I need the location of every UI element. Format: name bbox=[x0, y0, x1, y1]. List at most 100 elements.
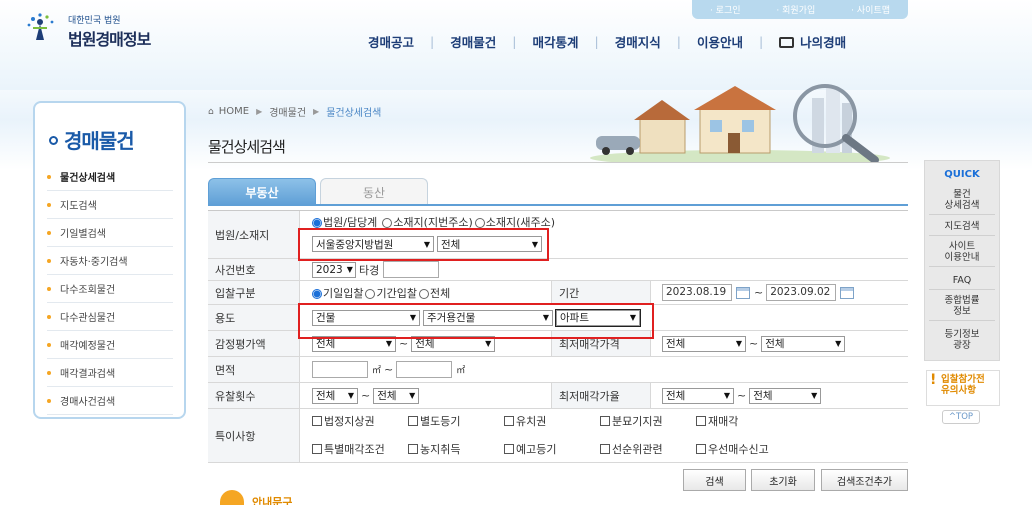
date-to-input[interactable]: 2023.09.02 bbox=[766, 284, 837, 301]
label-court: 법원/소재지 bbox=[208, 211, 300, 258]
calendar-icon[interactable] bbox=[840, 286, 855, 299]
court-logo-icon[interactable] bbox=[24, 10, 58, 44]
sidebar-item-results[interactable]: 매각결과검색 bbox=[47, 359, 173, 387]
circle-bullet-icon bbox=[49, 136, 58, 145]
area-to-input[interactable] bbox=[396, 361, 453, 378]
sidebar-title: 경매물건 bbox=[49, 125, 135, 154]
label-fail-count: 유찰횟수 bbox=[208, 383, 300, 408]
logo-title[interactable]: 법원경매정보 bbox=[68, 26, 151, 50]
help-icon bbox=[220, 490, 244, 505]
case-suffix: 타경 bbox=[359, 263, 380, 277]
search-button[interactable]: 검색 bbox=[683, 469, 746, 491]
sitemap-link[interactable]: · 사이트맵 bbox=[851, 3, 890, 16]
checkbox-grave-site[interactable] bbox=[600, 416, 610, 426]
quick-item-registry[interactable]: 등기정보 광장 bbox=[929, 329, 995, 354]
label-usage: 용도 bbox=[208, 305, 300, 330]
chevron-down-icon: ▼ bbox=[385, 339, 392, 348]
tab-real-estate[interactable]: 부동산 bbox=[208, 178, 316, 205]
reset-button[interactable]: 초기화 bbox=[751, 469, 815, 491]
breadcrumb-level1[interactable]: 경매물건 bbox=[269, 104, 306, 119]
rate-to-select[interactable]: 전체 ▼ bbox=[749, 387, 822, 404]
gnb-guide[interactable]: 이용안내 bbox=[697, 32, 743, 51]
breadcrumb-home[interactable]: HOME bbox=[219, 106, 249, 117]
label-min-rate: 최저매각가율 bbox=[551, 383, 651, 408]
checkbox-special-condition[interactable] bbox=[312, 444, 322, 454]
sidebar: 경매물건 물건상세검색 지도검색 기일별검색 자동차·중기검색 다수조회물건 다… bbox=[33, 101, 186, 419]
row-area: 면적 ㎡ ~ ㎡ bbox=[208, 357, 908, 383]
home-icon[interactable]: ⌂ bbox=[208, 107, 214, 117]
sidebar-item-vehicle-search[interactable]: 자동차·중기검색 bbox=[47, 247, 173, 275]
checkbox-farmland[interactable] bbox=[408, 444, 418, 454]
calendar-icon[interactable] bbox=[736, 286, 750, 299]
sidebar-item-map-search[interactable]: 지도검색 bbox=[47, 191, 173, 219]
checkbox-priority-purchase[interactable] bbox=[696, 444, 706, 454]
quick-menu: QUICK 물건 상세검색 지도검색 사이트 이용안내 FAQ 종합법률 정보 … bbox=[924, 160, 1000, 361]
case-number-input[interactable] bbox=[383, 261, 440, 278]
chevron-down-icon: ▼ bbox=[347, 391, 354, 400]
utility-bar: · 로그인 · 회원가입 · 사이트맵 bbox=[692, 0, 908, 19]
quick-item-detail[interactable]: 물건 상세검색 bbox=[929, 189, 995, 215]
radio-all-bid[interactable] bbox=[418, 288, 429, 299]
sidebar-item-interest[interactable]: 다수관심물건 bbox=[47, 303, 173, 331]
quick-item-map[interactable]: 지도검색 bbox=[929, 221, 995, 236]
chevron-down-icon: ▼ bbox=[409, 391, 416, 400]
checkbox-legal-surface[interactable] bbox=[312, 416, 322, 426]
login-link[interactable]: · 로그인 bbox=[710, 3, 741, 16]
chevron-down-icon: ▼ bbox=[735, 339, 742, 348]
sidebar-item-date-search[interactable]: 기일별검색 bbox=[47, 219, 173, 247]
radio-road-address[interactable] bbox=[474, 218, 485, 228]
case-year-select[interactable]: 2023 ▼ bbox=[312, 261, 356, 278]
row-case-number: 사건번호 2023 ▼ 타경 bbox=[208, 259, 908, 281]
gnb-items[interactable]: 경매물건 bbox=[450, 32, 496, 51]
radio-court-dept[interactable] bbox=[312, 218, 322, 228]
breadcrumb-current: 물건상세검색 bbox=[326, 108, 382, 119]
page-title: 물건상세검색 bbox=[208, 138, 286, 156]
checkbox-resale[interactable] bbox=[696, 416, 706, 426]
min-price-from-select[interactable]: 전체 ▼ bbox=[662, 335, 746, 352]
rate-from-select[interactable]: 전체 ▼ bbox=[662, 387, 734, 404]
radio-lot-address[interactable] bbox=[382, 218, 393, 228]
quick-title: QUICK bbox=[944, 169, 980, 180]
checkbox-notice-registry[interactable] bbox=[504, 444, 514, 454]
help-text: 안내문구 bbox=[252, 496, 293, 505]
exclamation-icon: ! bbox=[930, 372, 937, 388]
label-period: 기간 bbox=[551, 281, 651, 304]
gnb-notice[interactable]: 경매공고 bbox=[368, 32, 414, 51]
sidebar-item-scheduled[interactable]: 매각예정물건 bbox=[47, 331, 173, 359]
fail-to-select[interactable]: 전체 ▼ bbox=[373, 387, 420, 404]
book-icon bbox=[779, 36, 795, 48]
quick-item-faq[interactable]: FAQ bbox=[929, 275, 995, 290]
breadcrumb: ⌂ HOME ▶ 경매물건 ▶ 물건상세검색 bbox=[208, 104, 382, 119]
checkbox-separate-registry[interactable] bbox=[408, 416, 418, 426]
min-price-to-select[interactable]: 전체 ▼ bbox=[761, 335, 846, 352]
bid-notice-banner[interactable]: ! 입찰참가전 유의사항 bbox=[926, 370, 1000, 406]
checkbox-lien[interactable] bbox=[504, 416, 514, 426]
area-from-input[interactable] bbox=[312, 361, 368, 378]
label-special: 특이사항 bbox=[208, 409, 300, 462]
row-bid-type: 입찰구분 기일입찰 기간입찰 전체 기간 2023.08.19 ~ 2023.0… bbox=[208, 281, 908, 305]
chevron-down-icon: ▼ bbox=[835, 339, 842, 348]
date-from-input[interactable]: 2023.08.19 bbox=[662, 284, 732, 301]
gnb-knowledge[interactable]: 경매지식 bbox=[615, 32, 661, 51]
fail-from-select[interactable]: 전체 ▼ bbox=[312, 387, 358, 404]
quick-item-law[interactable]: 종합법률 정보 bbox=[929, 295, 995, 321]
chevron-down-icon: ▼ bbox=[485, 339, 492, 348]
signup-link[interactable]: · 회원가입 bbox=[776, 3, 815, 16]
radio-period-bid[interactable] bbox=[365, 288, 376, 299]
sidebar-item-popular[interactable]: 다수조회물건 bbox=[47, 275, 173, 303]
gnb-stats[interactable]: 매각통계 bbox=[532, 32, 578, 51]
top-button[interactable]: ^TOP bbox=[942, 410, 980, 424]
sidebar-item-case-search[interactable]: 경매사건검색 bbox=[47, 387, 173, 415]
gnb-my[interactable]: 나의경매 bbox=[779, 32, 846, 51]
house-illustration bbox=[590, 84, 890, 163]
sidebar-item-detail-search[interactable]: 물건상세검색 bbox=[47, 163, 173, 191]
label-appraisal: 감정평가액 bbox=[208, 331, 300, 356]
logo-subtitle: 대한민국 법원 bbox=[68, 16, 121, 26]
global-nav: 경매공고 | 경매물건 | 매각통계 | 경매지식 | 이용안내 | 나의경매 bbox=[368, 32, 847, 51]
checkbox-senior-rights[interactable] bbox=[600, 444, 610, 454]
label-bid-type: 입찰구분 bbox=[208, 281, 300, 304]
quick-item-guide[interactable]: 사이트 이용안내 bbox=[929, 241, 995, 267]
add-condition-button[interactable]: 검색조건추가 bbox=[821, 469, 908, 491]
tab-movable[interactable]: 동산 bbox=[320, 178, 428, 205]
radio-date-bid[interactable] bbox=[312, 288, 322, 299]
